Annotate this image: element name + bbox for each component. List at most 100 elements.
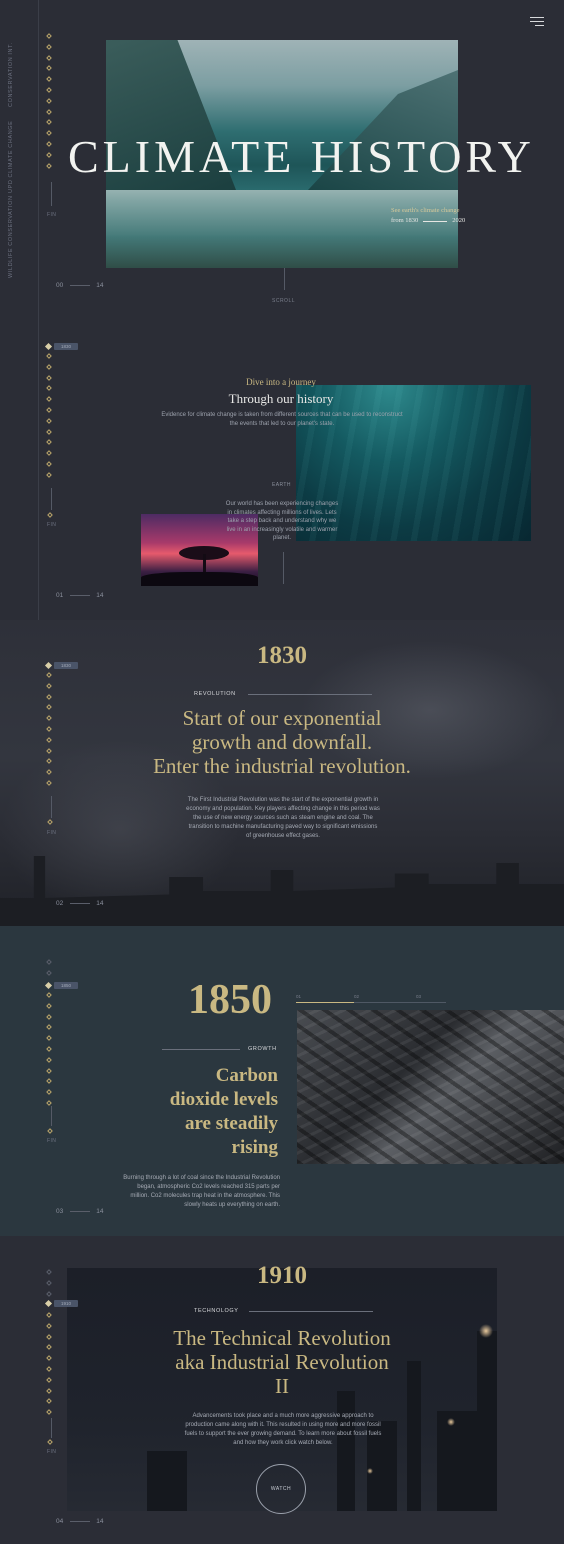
timeline-dot[interactable]	[46, 374, 52, 381]
timeline-dot[interactable]	[46, 33, 52, 39]
counter-total: 14	[96, 282, 104, 289]
hero-range-from: from 1830	[391, 217, 419, 224]
timeline-dot[interactable]	[46, 162, 52, 169]
timeline-dot[interactable]	[46, 439, 52, 446]
timeline-dot[interactable]	[46, 1322, 52, 1329]
hero-range-to: 2020	[452, 217, 466, 224]
journey-title: Through our history	[228, 391, 334, 406]
timeline-dot[interactable]	[46, 1376, 52, 1383]
timeline-dots-top	[46, 959, 58, 982]
section-body: The First Industrial Revolution was the …	[186, 797, 380, 839]
timeline-dot[interactable]	[46, 363, 52, 370]
timeline-line	[51, 796, 52, 818]
timeline-active-badge[interactable]: 1830	[44, 342, 79, 351]
counter-current: 04	[56, 1518, 64, 1525]
timeline-dot[interactable]	[46, 471, 52, 478]
hero-section: FIN 00 14 CLIMATE HISTORY See earth's cl…	[0, 0, 564, 310]
timeline-dot[interactable]	[46, 1279, 52, 1286]
timeline-active-badge[interactable]: 1910	[44, 1299, 79, 1308]
section-1830: 1830 FIN 02 14 1830 REVOLUTION Start of …	[0, 620, 564, 926]
timeline-dot[interactable]	[46, 1002, 52, 1009]
scroll-indicator[interactable]: SCROLL	[272, 298, 295, 304]
timeline-dot[interactable]	[46, 407, 52, 413]
timeline-dot[interactable]	[46, 385, 52, 392]
timeline-dot[interactable]	[46, 1100, 52, 1106]
timeline-dot[interactable]	[46, 780, 52, 786]
timeline-dot[interactable]	[46, 151, 52, 158]
timeline-dot[interactable]	[46, 758, 52, 765]
timeline-dot[interactable]	[46, 726, 52, 732]
counter-current: 00	[56, 282, 64, 289]
timeline-dot[interactable]	[46, 1035, 52, 1042]
timeline-dot[interactable]	[46, 461, 52, 467]
timeline-dots	[46, 1312, 58, 1421]
timeline-dot[interactable]	[46, 1046, 52, 1052]
counter-current: 01	[56, 592, 64, 599]
timeline-dot[interactable]	[46, 97, 52, 104]
timeline-dot[interactable]	[46, 353, 52, 359]
timeline-dot[interactable]	[46, 1013, 52, 1020]
counter-current: 03	[56, 1208, 64, 1215]
timeline-dot[interactable]	[46, 396, 52, 403]
timeline-dot[interactable]	[46, 141, 52, 147]
slider-label[interactable]: 02	[354, 994, 359, 999]
timeline-line	[51, 182, 52, 206]
timeline-dot[interactable]	[46, 1344, 52, 1351]
timeline-dot[interactable]	[46, 969, 52, 976]
timeline-dot[interactable]	[46, 119, 52, 126]
timeline-dot[interactable]	[46, 1355, 52, 1362]
timeline-active-badge[interactable]: 1850	[44, 981, 79, 990]
timeline-dot[interactable]	[46, 417, 52, 424]
journey-text: Evidence for climate change is taken fro…	[161, 412, 403, 427]
section-headline: Start of our exponential growth and down…	[153, 706, 411, 778]
timeline-fin: FIN	[47, 830, 57, 836]
timeline-dot[interactable]	[46, 1269, 52, 1275]
timeline-dot[interactable]	[46, 704, 52, 711]
timeline-dot[interactable]	[46, 1067, 52, 1074]
timeline-dot[interactable]	[46, 1333, 52, 1340]
year-heading: 1850	[188, 977, 272, 1023]
timeline-dots	[46, 353, 58, 484]
timeline-dot[interactable]	[46, 1024, 52, 1031]
timeline-dot[interactable]	[46, 428, 52, 435]
slider-label[interactable]: 03	[416, 994, 421, 999]
slider-label[interactable]: 01	[296, 994, 301, 999]
timeline-dot[interactable]	[46, 1078, 52, 1085]
timeline-dot[interactable]	[46, 450, 52, 457]
timeline-dot[interactable]	[46, 693, 52, 700]
timeline-dot[interactable]	[46, 43, 52, 50]
timeline-dot[interactable]	[46, 1409, 52, 1416]
timeline-dot[interactable]	[46, 715, 52, 722]
timeline-dot[interactable]	[46, 1398, 52, 1405]
timeline-dot[interactable]	[46, 54, 52, 61]
timeline-dot[interactable]	[46, 682, 52, 689]
timeline-dot[interactable]	[46, 769, 52, 776]
timeline-dot[interactable]	[47, 512, 53, 518]
timeline-dot[interactable]	[47, 1128, 53, 1134]
timeline-dot[interactable]	[46, 1290, 52, 1297]
counter-current: 02	[56, 900, 64, 907]
timeline-dot[interactable]	[46, 1387, 52, 1394]
timeline-dot[interactable]	[46, 1312, 52, 1318]
timeline-dot[interactable]	[46, 959, 52, 965]
timeline-dot[interactable]	[46, 1089, 52, 1096]
watch-button[interactable]: WATCH	[256, 1464, 306, 1514]
coal-image	[297, 1010, 564, 1164]
timeline-dot[interactable]	[46, 992, 52, 998]
timeline-dot[interactable]	[46, 736, 52, 743]
timeline-dot[interactable]	[46, 130, 52, 137]
timeline-dot[interactable]	[46, 87, 52, 93]
timeline-dot[interactable]	[46, 1056, 52, 1063]
timeline-dot[interactable]	[46, 108, 52, 115]
timeline-dot[interactable]	[46, 1366, 52, 1372]
hero-subtitle: See earth's climate change	[391, 207, 460, 214]
timeline-dot[interactable]	[47, 1439, 53, 1445]
timeline-active-badge[interactable]: 1830	[44, 661, 79, 670]
timeline-dot[interactable]	[46, 65, 52, 72]
timeline-dot[interactable]	[46, 76, 52, 83]
timeline-fin: FIN	[47, 212, 57, 218]
timeline-dot[interactable]	[46, 672, 52, 678]
year-heading: 1910	[257, 1262, 307, 1289]
journey-text-secondary: Our world has been experiencing changes …	[225, 501, 339, 541]
timeline-dot[interactable]	[46, 747, 52, 754]
